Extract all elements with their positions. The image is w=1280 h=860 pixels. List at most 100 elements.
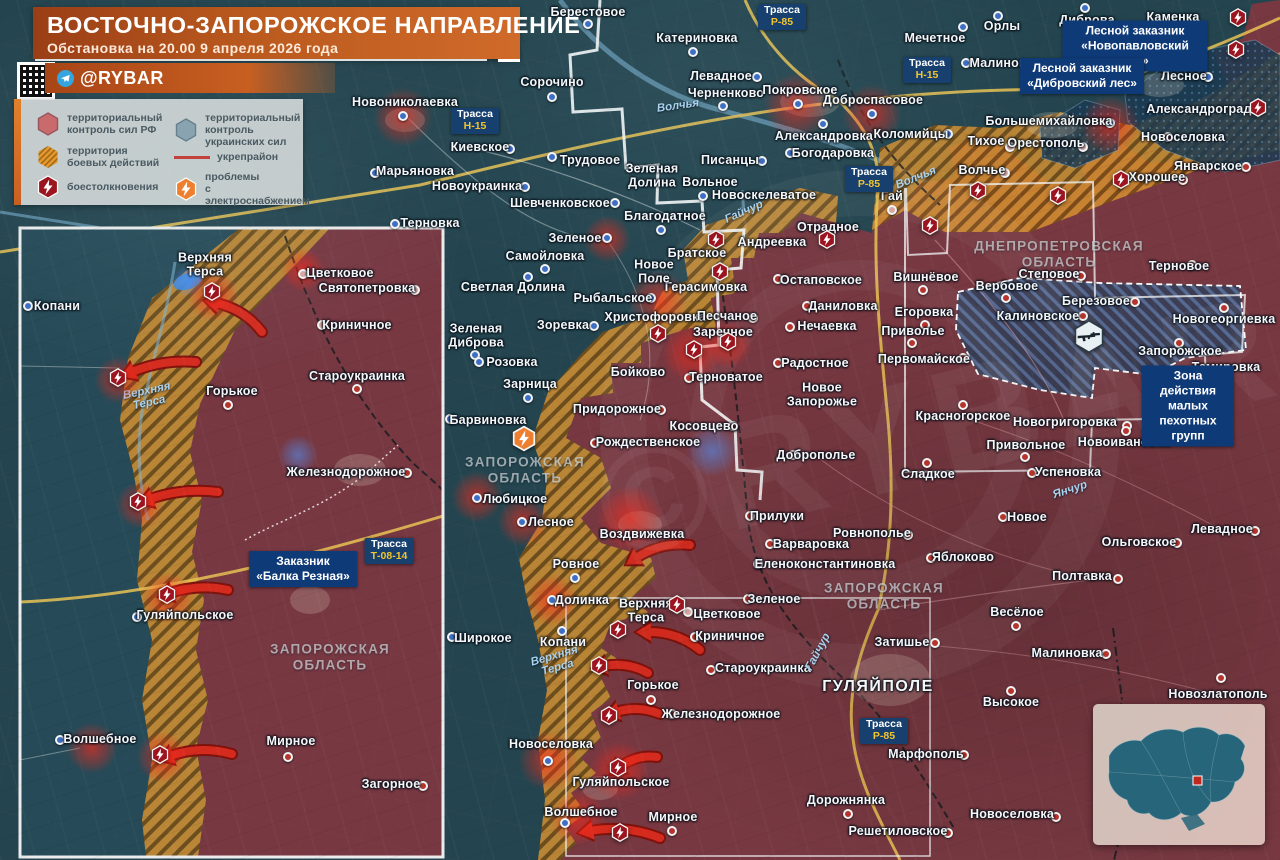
place-label: Новое Поле <box>634 258 674 286</box>
river-label: Волчья <box>894 164 938 191</box>
place-label: Трудовое <box>560 154 621 168</box>
telegram-icon <box>57 70 74 87</box>
place-label: Затишье <box>874 636 929 650</box>
clash-icon <box>1249 98 1268 122</box>
settlement-pin <box>390 219 400 229</box>
place-label: Горькое <box>206 385 258 399</box>
river-label: Янчур <box>1051 479 1088 501</box>
place-label: Еленоконстантиновка <box>755 558 896 572</box>
legend-power-icon <box>174 177 198 201</box>
settlement-pin <box>667 826 677 836</box>
clash-icon <box>1227 40 1246 64</box>
place-label: Новое Запорожье <box>787 381 857 409</box>
settlement-pin <box>785 322 795 332</box>
place-label: Высокое <box>983 696 1039 710</box>
legend-label-battle-zone: территория боевых действий <box>67 145 159 169</box>
clash-icon <box>685 340 704 364</box>
place-label: Косовцево <box>670 420 739 434</box>
place-label: Киевское <box>451 141 510 155</box>
map-subtitle: Обстановка на 20.00 9 апреля 2026 года <box>47 40 506 56</box>
settlement-pin <box>1113 574 1123 584</box>
road-sign: ТрассаН-15 <box>451 108 499 134</box>
place-label: Новое <box>1007 511 1047 525</box>
place-label: Широкое <box>454 632 512 646</box>
settlement-pin <box>930 638 940 648</box>
info-label: Заказник «Балка Резная» <box>249 551 357 587</box>
place-label: Герасимовка <box>665 281 747 295</box>
settlement-pin <box>1011 621 1021 631</box>
place-label: Малиновка <box>1031 647 1102 661</box>
settlement-pin <box>589 321 599 331</box>
place-label: Дорожнянка <box>807 794 885 808</box>
place-label: Новогеоргиевка <box>1173 313 1276 327</box>
road-sign: ТрассаН-15 <box>903 57 951 83</box>
legend-clash-icon <box>36 175 60 199</box>
place-label: Катериновка <box>656 32 737 46</box>
place-label: Долинка <box>555 594 609 608</box>
place-label: Писанцы <box>701 154 759 168</box>
place-label: Прилуки <box>750 510 804 524</box>
title-underline <box>35 59 487 61</box>
place-label: Мирное <box>648 811 697 825</box>
settlement-pin <box>523 393 533 403</box>
legend-label-fort: укрепрайон <box>217 151 278 163</box>
place-label: Новоселовка <box>1141 131 1225 145</box>
settlement-pin <box>352 384 362 394</box>
place-label: Даниловка <box>808 300 877 314</box>
place-label: Александровка <box>775 130 873 144</box>
road-sign-word: Трасса <box>909 58 945 70</box>
clash-icon <box>609 758 628 782</box>
place-label: Привольное <box>987 439 1066 453</box>
legend-fortline-icon <box>174 156 210 159</box>
clash-icon <box>611 823 630 847</box>
legend-ua-hexagon-icon <box>174 118 198 142</box>
legend-label-ua: территориальный контроль украинских сил <box>205 112 303 148</box>
place-label: Железнодорожное <box>287 466 406 480</box>
clash-icon <box>818 230 837 254</box>
settlement-pin <box>602 233 612 243</box>
place-label: Рыбальское <box>574 292 653 306</box>
place-label: Криничное <box>322 319 391 333</box>
clash-icon <box>711 262 730 286</box>
brand-strip: @RYBAR <box>45 63 335 93</box>
river-label: Верхняя Терса <box>122 380 174 414</box>
settlement-pin <box>646 695 656 705</box>
place-label: Бойково <box>611 366 666 380</box>
place-label: Тихое <box>967 135 1004 149</box>
road-sign: ТрассаТ-08-14 <box>365 538 414 564</box>
place-label: Решетиловское <box>848 825 947 839</box>
brand-handle: @RYBAR <box>80 68 164 89</box>
place-label: Зеленое <box>548 232 601 246</box>
settlement-pin <box>472 493 482 503</box>
settlement-pin <box>907 338 917 348</box>
settlement-pin <box>843 809 853 819</box>
settlement-pin <box>1001 293 1011 303</box>
place-label: Гуляйпольское <box>136 609 233 623</box>
clash-icon <box>649 324 668 348</box>
place-label: Успеновка <box>1035 466 1101 480</box>
place-label: Полтавка <box>1052 570 1112 584</box>
legend-battle-zone-icon <box>36 145 60 169</box>
road-sign-word: Трасса <box>764 5 800 17</box>
settlement-pin <box>867 109 877 119</box>
place-label: Марьяновка <box>376 165 454 179</box>
legend-rf-hexagon-icon <box>36 112 60 136</box>
clash-icon <box>600 706 619 730</box>
place-label: Святопетровка <box>319 282 416 296</box>
place-label: Егоровка <box>895 306 954 320</box>
settlement-pin <box>793 99 803 109</box>
place-label: Черненково <box>688 87 764 101</box>
place-label: Новоселовка <box>509 738 593 752</box>
title-banner: ВОСТОЧНО-ЗАПОРОЖСКОЕ НАПРАВЛЕНИЕ Обстано… <box>33 7 520 59</box>
legend-panel: территориальный контроль сил РФ территор… <box>14 99 303 205</box>
place-label: Зарница <box>503 378 557 392</box>
clash-glow <box>596 485 664 553</box>
settlement-pin <box>223 400 233 410</box>
settlement-pin <box>398 111 408 121</box>
info-label: Зона действия малых пехотных групп <box>1142 366 1234 447</box>
map-title: ВОСТОЧНО-ЗАПОРОЖСКОЕ НАПРАВЛЕНИЕ <box>47 12 506 39</box>
place-label: Терновка <box>400 217 459 231</box>
legend-label-clash: боестолкновения <box>67 181 158 193</box>
settlement-pin <box>818 119 828 129</box>
place-label: Верхняя Терса <box>178 251 232 279</box>
